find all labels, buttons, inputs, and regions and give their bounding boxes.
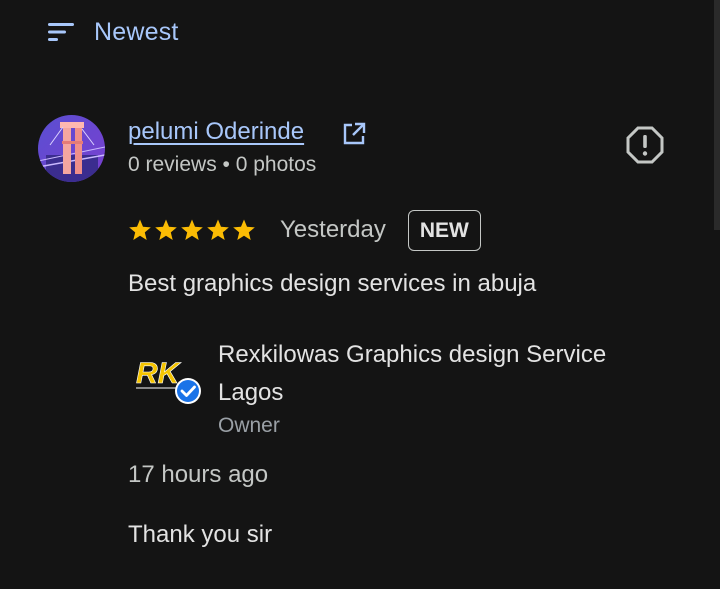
verified-badge-icon bbox=[175, 378, 201, 404]
new-badge: NEW bbox=[407, 209, 481, 251]
report-icon[interactable] bbox=[624, 124, 666, 166]
star-icon bbox=[233, 219, 255, 240]
star-icon bbox=[181, 219, 203, 240]
star-rating bbox=[128, 218, 256, 242]
review-date: Yesterday bbox=[280, 216, 386, 243]
review-text: Best graphics design services in abuja bbox=[128, 270, 537, 297]
star-icon bbox=[155, 219, 177, 240]
star-icon bbox=[129, 219, 151, 240]
open-external-icon[interactable] bbox=[340, 120, 368, 148]
rating-row: Yesterday NEW bbox=[128, 208, 481, 252]
reviewer-name-link[interactable]: pelumi Oderinde bbox=[128, 118, 304, 146]
sort-icon bbox=[48, 23, 74, 41]
reviewer-stats: 0 reviews • 0 photos bbox=[128, 153, 317, 176]
owner-logo: RK bbox=[134, 353, 201, 404]
owner-logo-text: RK bbox=[136, 357, 182, 390]
sort-button[interactable]: Newest bbox=[46, 14, 179, 50]
scrollbar[interactable] bbox=[714, 0, 720, 230]
reviewer-avatar[interactable] bbox=[38, 115, 105, 182]
response-time: 17 hours ago bbox=[128, 461, 269, 488]
owner-name: Rexkilowas Graphics design Service Lagos bbox=[218, 341, 607, 406]
sort-label: Newest bbox=[94, 17, 179, 46]
response-text: Thank you sir bbox=[128, 521, 273, 548]
star-icon bbox=[207, 219, 229, 240]
reviews-panel: Newest pelumi Oderinde 0 reviews • 0 pho… bbox=[0, 0, 720, 589]
owner-role: Owner bbox=[218, 414, 280, 437]
